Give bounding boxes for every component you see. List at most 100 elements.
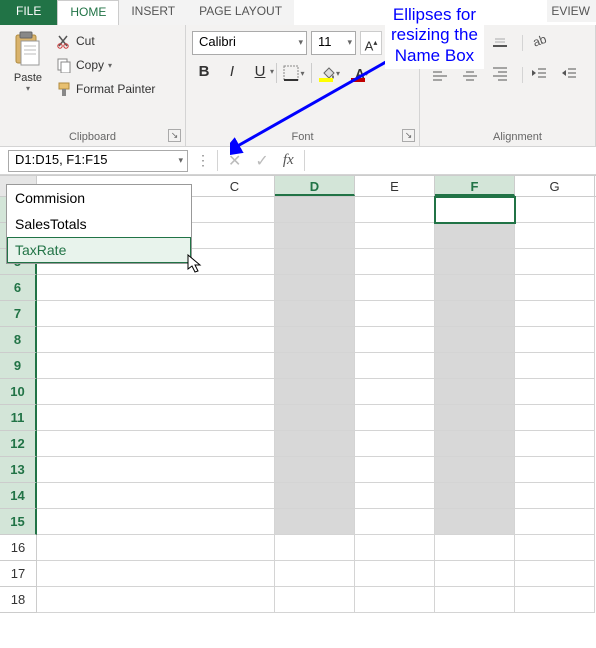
cell[interactable] bbox=[195, 509, 275, 535]
cell[interactable] bbox=[435, 301, 515, 327]
cell[interactable] bbox=[515, 457, 595, 483]
cell[interactable] bbox=[515, 275, 595, 301]
cell[interactable] bbox=[355, 327, 435, 353]
cell[interactable] bbox=[275, 249, 355, 275]
cell[interactable] bbox=[435, 249, 515, 275]
cell[interactable] bbox=[515, 535, 595, 561]
cell[interactable] bbox=[515, 379, 595, 405]
font-size-combo[interactable]: 11▾ bbox=[311, 31, 356, 55]
tab-file[interactable]: FILE bbox=[0, 0, 57, 25]
row-header[interactable]: 11 bbox=[0, 405, 37, 431]
cell[interactable] bbox=[435, 483, 515, 509]
row-header[interactable]: 10 bbox=[0, 379, 37, 405]
cell[interactable] bbox=[355, 301, 435, 327]
cell[interactable] bbox=[195, 327, 275, 353]
underline-button[interactable]: U▾ bbox=[248, 61, 272, 85]
cell[interactable] bbox=[275, 327, 355, 353]
named-range-item[interactable]: Commision bbox=[7, 185, 191, 211]
cell[interactable] bbox=[195, 457, 275, 483]
cell[interactable] bbox=[355, 457, 435, 483]
name-box-dropdown-icon[interactable]: ▾ bbox=[178, 155, 183, 166]
cell[interactable] bbox=[275, 379, 355, 405]
cell[interactable] bbox=[275, 431, 355, 457]
row-header[interactable]: 12 bbox=[0, 431, 37, 457]
orientation-button[interactable]: ab bbox=[529, 31, 555, 55]
cell[interactable] bbox=[275, 509, 355, 535]
paste-dropdown-icon[interactable]: ▾ bbox=[6, 84, 50, 93]
cell[interactable] bbox=[195, 275, 275, 301]
tab-review-partial[interactable]: EVIEW bbox=[547, 0, 596, 22]
cell[interactable] bbox=[275, 353, 355, 379]
cell[interactable] bbox=[195, 561, 275, 587]
cell[interactable] bbox=[275, 561, 355, 587]
cell[interactable] bbox=[275, 535, 355, 561]
borders-button[interactable]: ▾ bbox=[281, 61, 307, 85]
cell[interactable] bbox=[195, 379, 275, 405]
font-color-button[interactable]: A ▾ bbox=[348, 61, 376, 85]
cell[interactable] bbox=[435, 587, 515, 613]
row-header[interactable]: 13 bbox=[0, 457, 37, 483]
cell[interactable] bbox=[515, 509, 595, 535]
cell[interactable] bbox=[275, 483, 355, 509]
cell[interactable] bbox=[515, 249, 595, 275]
cell[interactable] bbox=[435, 405, 515, 431]
named-range-item[interactable]: TaxRate bbox=[7, 237, 191, 263]
cell[interactable] bbox=[195, 405, 275, 431]
insert-function-button[interactable]: fx bbox=[283, 152, 294, 169]
cell[interactable] bbox=[275, 457, 355, 483]
cell[interactable] bbox=[355, 249, 435, 275]
align-right-button[interactable] bbox=[490, 63, 516, 87]
align-bottom-button[interactable] bbox=[490, 31, 516, 55]
font-dialog-launcher[interactable]: ↘ bbox=[402, 129, 415, 142]
cell[interactable] bbox=[355, 587, 435, 613]
decrease-indent-button[interactable] bbox=[529, 63, 555, 87]
cell[interactable] bbox=[355, 223, 435, 249]
cell[interactable] bbox=[195, 587, 275, 613]
column-header[interactable]: F bbox=[435, 176, 515, 196]
clipboard-dialog-launcher[interactable]: ↘ bbox=[168, 129, 181, 142]
column-header[interactable]: G bbox=[515, 176, 595, 196]
cell[interactable] bbox=[355, 353, 435, 379]
tab-insert[interactable]: INSERT bbox=[119, 0, 187, 25]
cell[interactable] bbox=[435, 275, 515, 301]
cell[interactable] bbox=[195, 431, 275, 457]
cell[interactable] bbox=[275, 223, 355, 249]
bold-button[interactable]: B bbox=[192, 61, 216, 85]
increase-indent-button[interactable] bbox=[559, 63, 585, 87]
column-header[interactable]: C bbox=[195, 176, 275, 196]
cell[interactable] bbox=[435, 379, 515, 405]
tab-page-layout[interactable]: PAGE LAYOUT bbox=[187, 0, 294, 25]
copy-button[interactable]: Copy ▾ bbox=[56, 53, 155, 77]
row-header[interactable]: 14 bbox=[0, 483, 37, 509]
cell[interactable] bbox=[355, 431, 435, 457]
cell[interactable] bbox=[275, 197, 355, 223]
cut-button[interactable]: Cut bbox=[56, 29, 155, 53]
formula-bar-input[interactable] bbox=[305, 147, 596, 174]
row-header[interactable]: 6 bbox=[0, 275, 37, 301]
row-header[interactable]: 17 bbox=[0, 561, 37, 587]
tab-home[interactable]: HOME bbox=[57, 0, 119, 25]
cell[interactable] bbox=[355, 275, 435, 301]
cell[interactable] bbox=[355, 535, 435, 561]
name-box-resize-ellipses[interactable]: ⋮ bbox=[188, 147, 217, 174]
enter-formula-button[interactable]: ✓ bbox=[255, 151, 268, 171]
cell[interactable] bbox=[195, 301, 275, 327]
cell[interactable] bbox=[355, 405, 435, 431]
cell[interactable] bbox=[355, 483, 435, 509]
row-header[interactable]: 18 bbox=[0, 587, 37, 613]
name-box[interactable]: D1:D15, F1:F15 ▾ bbox=[8, 150, 188, 172]
fill-color-button[interactable]: ▾ bbox=[316, 61, 344, 85]
cell[interactable] bbox=[515, 587, 595, 613]
cell[interactable] bbox=[355, 379, 435, 405]
cell[interactable] bbox=[435, 327, 515, 353]
cell[interactable] bbox=[195, 249, 275, 275]
font-name-combo[interactable]: Calibri▾ bbox=[192, 31, 307, 55]
cell[interactable] bbox=[195, 353, 275, 379]
cell[interactable] bbox=[515, 197, 595, 223]
cell[interactable] bbox=[515, 405, 595, 431]
cell[interactable] bbox=[515, 301, 595, 327]
cell[interactable] bbox=[435, 197, 515, 223]
column-header[interactable]: D bbox=[275, 176, 355, 196]
row-header[interactable]: 9 bbox=[0, 353, 37, 379]
cell[interactable] bbox=[355, 561, 435, 587]
